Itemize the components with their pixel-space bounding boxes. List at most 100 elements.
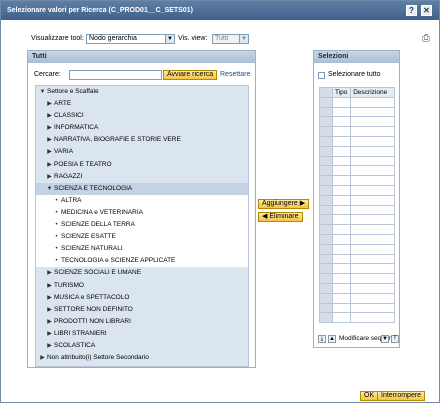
tree-node[interactable]: ▶ LIBRI STRANIERI [36,328,248,340]
collapsed-icon[interactable]: ▶ [45,171,54,183]
tree-node[interactable]: ▶ SCIENZE SOCIALI E UMANE [36,267,248,279]
help-button[interactable]: ? [406,5,417,16]
bullet-icon[interactable]: • [52,243,61,255]
table-row[interactable] [319,165,395,177]
tree-node[interactable]: ▶ RAGAZZI [36,171,248,183]
tree-node[interactable]: ▶ PRODOTTI NON LIBRARI [36,316,248,328]
table-row[interactable] [319,106,395,118]
table-row[interactable] [319,145,395,157]
row-selector[interactable] [319,204,333,216]
move-top-icon[interactable]: ⤒ [391,335,399,343]
view-select[interactable]: Tutti ▼ [212,34,249,44]
table-row[interactable] [319,126,395,137]
tree-node[interactable]: • MEDICINA e VETERINARIA [36,206,248,220]
row-selector[interactable] [319,243,333,255]
table-row[interactable] [319,224,395,235]
collapsed-icon[interactable]: ▶ [45,146,54,158]
row-selector[interactable] [319,302,333,314]
tree-node[interactable]: ▶ NARRATIVA, BIOGRAFIE E STORIE VERE [36,134,248,146]
table-row[interactable] [319,253,395,265]
row-selector[interactable] [319,116,333,128]
bullet-icon[interactable]: • [52,195,61,207]
row-selector[interactable] [319,312,333,324]
row-selector[interactable] [319,263,333,275]
row-selector[interactable] [319,135,333,147]
table-row[interactable] [319,263,395,275]
table-row[interactable] [319,243,395,255]
collapsed-icon[interactable]: ▶ [45,267,54,279]
tree-node[interactable]: ▶ CLASSICI [36,110,248,122]
collapsed-icon[interactable]: ▶ [45,316,54,328]
tree-node[interactable]: ▶ TURISMO [36,280,248,292]
table-row[interactable] [319,135,395,147]
table-row[interactable] [319,273,395,284]
table-row[interactable] [319,233,395,245]
tree-node[interactable]: ▶ VARIA [36,146,248,158]
tree-node[interactable]: ▶ SCOLASTICA [36,340,248,352]
move-up-icon[interactable]: ▲ [328,335,336,343]
tree-node[interactable]: ▶ MUSICA e SPETTACOLO [36,292,248,304]
tree-node[interactable]: ▶ POESIA E TEATRO [36,159,248,171]
row-selector[interactable] [319,233,333,245]
table-row[interactable] [319,302,395,314]
add-button[interactable]: Aggiungere ▶ [258,199,310,209]
bullet-icon[interactable]: • [52,219,61,231]
row-selector[interactable] [319,165,333,177]
row-selector[interactable] [319,224,333,235]
bullet-icon[interactable]: • [52,207,61,219]
table-row[interactable] [319,116,395,128]
row-selector[interactable] [319,292,333,304]
remove-button[interactable]: ◀ Eliminare [258,212,303,222]
close-button[interactable]: ✕ [421,5,432,16]
collapsed-icon[interactable]: ▶ [45,304,54,316]
move-down-icon[interactable]: ▼ [381,335,389,343]
row-selector[interactable] [319,145,333,157]
tree-node[interactable]: ▶ Non attribuito(i) Settore Secondario [36,352,248,364]
select-all-checkbox[interactable] [318,72,325,79]
row-selector[interactable] [319,106,333,118]
table-row[interactable] [319,204,395,216]
row-selector[interactable] [319,273,333,284]
collapsed-icon[interactable]: ▶ [45,110,54,122]
collapsed-icon[interactable]: ▶ [45,280,54,292]
tree-node[interactable]: • SCIENZE NATURALI [36,243,248,256]
table-row[interactable] [319,214,395,226]
collapsed-icon[interactable]: ▶ [45,340,54,352]
row-selector[interactable] [319,126,333,137]
ok-button[interactable]: OK [360,391,379,401]
row-selector[interactable] [319,214,333,226]
table-row[interactable] [319,312,395,324]
tool-select[interactable]: Nodo gerarchia ▼ [86,34,175,44]
collapsed-icon[interactable]: ▶ [45,292,54,304]
collapsed-icon[interactable]: ▶ [45,134,54,146]
tree-node[interactable]: ▶ INFORMATICA [36,122,248,134]
expanded-icon[interactable]: ▼ [38,86,47,98]
table-row[interactable] [319,194,395,206]
tree-node[interactable]: ▶ SETTORE NON DEFINITO [36,304,248,316]
reset-link[interactable]: Resettare [220,71,250,78]
row-selector[interactable] [319,253,333,265]
collapsed-icon[interactable]: ▶ [45,98,54,110]
row-selector[interactable] [319,184,333,196]
row-selector[interactable] [319,96,333,108]
tree-node[interactable]: • SCIENZE DELLA TERRA [36,219,248,232]
move-bottom-icon[interactable]: ⤓ [318,335,326,343]
collapsed-icon[interactable]: ▶ [45,159,54,171]
row-selector[interactable] [319,282,333,294]
row-selector[interactable] [319,175,333,186]
cancel-button[interactable]: Interrompere [377,391,426,401]
search-input[interactable] [69,70,162,80]
tree-node[interactable]: ▶ ARTE [36,98,248,110]
collapsed-icon[interactable]: ▶ [45,122,54,134]
table-row[interactable] [319,155,395,167]
tree-node[interactable]: • SCIENZE ESATTE [36,231,248,244]
row-selector[interactable] [319,155,333,167]
table-row[interactable] [319,292,395,304]
tree-node[interactable]: ▼ Settore e Scaffale [36,86,248,98]
table-row[interactable] [319,184,395,196]
collapsed-icon[interactable]: ▶ [38,352,47,364]
table-row[interactable] [319,175,395,186]
table-row[interactable] [319,96,395,108]
tree-node[interactable]: • ALTRA [36,194,248,207]
tree-node[interactable]: ▼ SCIENZA E TECNOLOGIA [36,182,248,195]
